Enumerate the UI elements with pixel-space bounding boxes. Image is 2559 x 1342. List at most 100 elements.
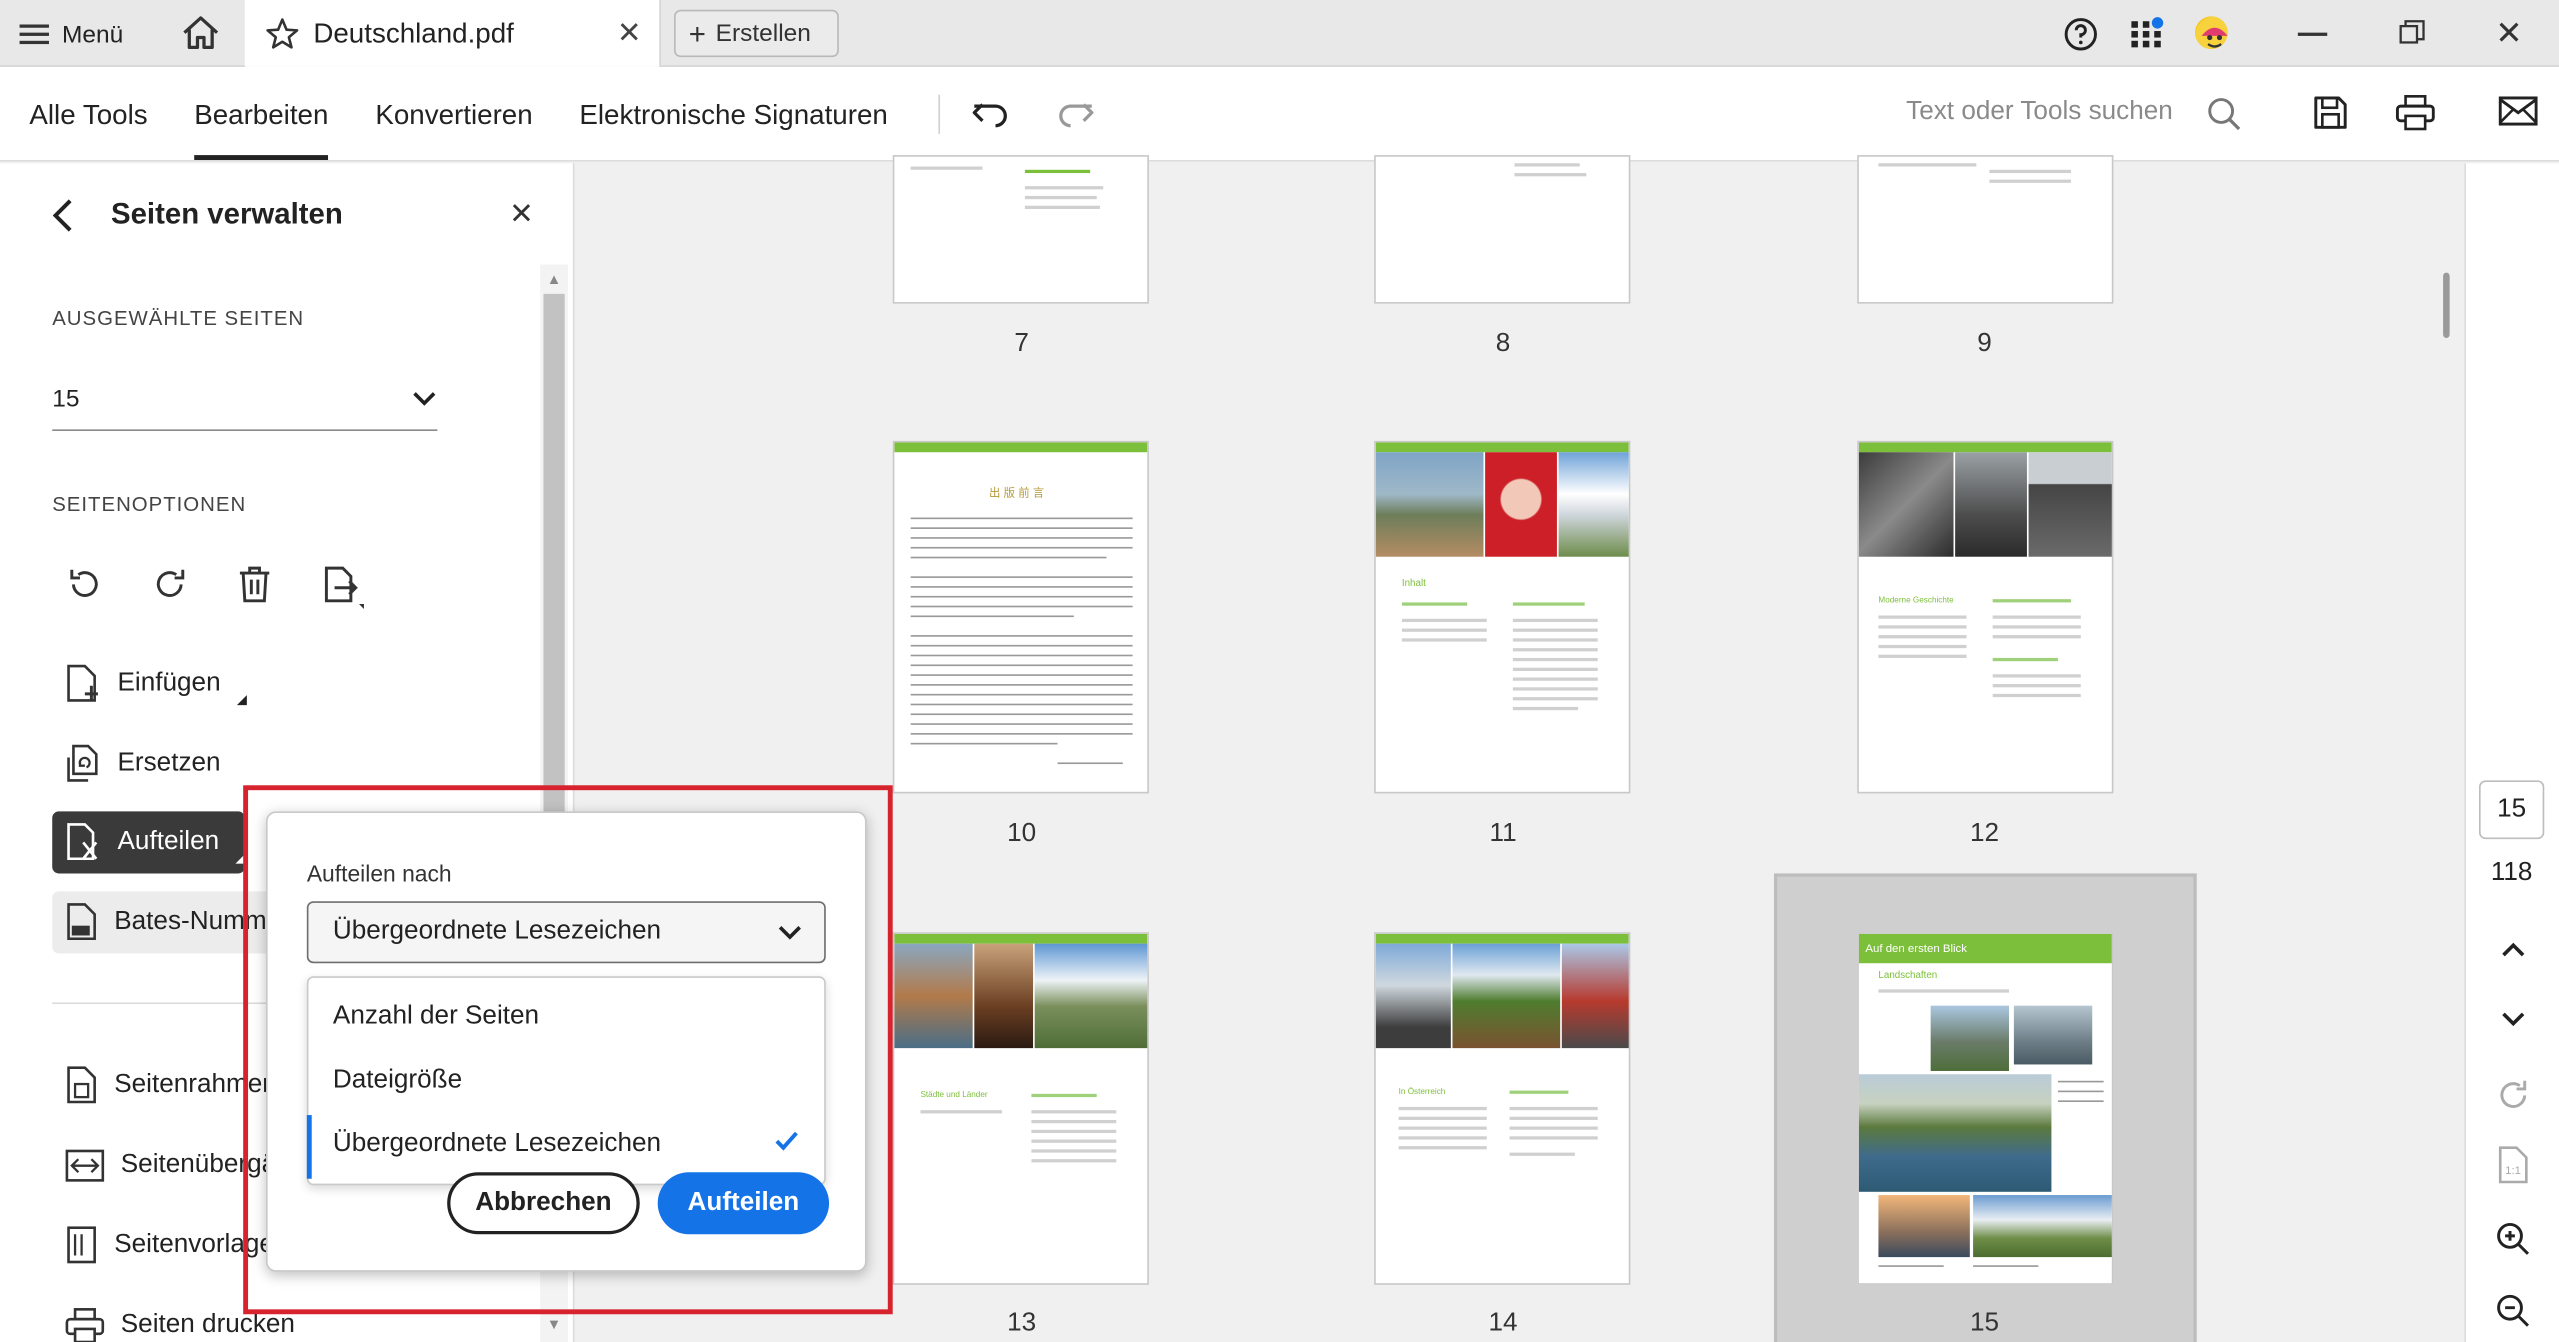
page-thumbnail-10[interactable]: 出 版 前 言: [892, 440, 1149, 794]
scroll-down-arrow-icon[interactable]: ▼: [547, 1316, 562, 1332]
total-pages: 118: [2490, 858, 2533, 887]
page-number-label: 11: [1489, 819, 1517, 848]
option-top-level-bookmarks[interactable]: Übergeordnete Lesezeichen: [333, 1130, 661, 1159]
insert-label: Einfügen: [117, 669, 221, 698]
thumb-heading: 出 版 前 言: [988, 488, 1045, 500]
create-button[interactable]: + Erstellen: [674, 9, 839, 58]
page-number-label: 15: [1969, 1309, 2000, 1338]
panel-scrollbar-thumb[interactable]: [543, 293, 565, 833]
selected-option-indicator: [306, 1115, 312, 1179]
page-number-label: 9: [1977, 329, 1992, 358]
zoom-in-icon[interactable]: [2495, 1221, 2531, 1265]
toolbar-divider: [938, 94, 941, 134]
restore-icon[interactable]: [2399, 20, 2425, 44]
current-page-input[interactable]: 15: [2479, 780, 2545, 840]
selected-pages-dropdown[interactable]: [52, 369, 438, 432]
cancel-button[interactable]: Abbrechen: [447, 1172, 640, 1235]
search-icon[interactable]: [2206, 96, 2242, 140]
selected-pages-value: 15: [52, 385, 80, 414]
split-icon: [67, 823, 98, 861]
menu-label: Menü: [62, 20, 124, 49]
page-number-label: 7: [1014, 329, 1029, 358]
panel-title: Seiten verwalten: [110, 197, 343, 231]
thumb-heading: In Österreich: [1398, 1087, 1446, 1098]
hamburger-icon: [19, 24, 49, 45]
svg-text:1:1: 1:1: [2505, 1165, 2521, 1177]
rotate-view-icon[interactable]: [2495, 1078, 2531, 1122]
tab-alle-tools[interactable]: Alle Tools: [29, 100, 147, 133]
page-thumbnail-14[interactable]: In Österreich: [1374, 932, 1631, 1285]
chevron-down-icon[interactable]: [777, 919, 803, 953]
bates-icon: [67, 903, 96, 941]
option-file-size[interactable]: Dateigröße: [333, 1066, 462, 1095]
print-icon[interactable]: [2395, 95, 2435, 139]
back-arrow-icon[interactable]: [49, 198, 78, 242]
page-frame-icon: [67, 1066, 96, 1104]
menu-button[interactable]: Menü: [19, 13, 124, 55]
page-thumbnail-15[interactable]: Auf den ersten Blick Landschaften: [1857, 932, 2114, 1285]
active-tab-indicator: [194, 155, 329, 160]
redo-icon[interactable]: [1054, 95, 1096, 142]
selected-pages-label: AUSGEWÄHLTE SEITEN: [52, 306, 305, 330]
help-icon[interactable]: [2063, 16, 2099, 60]
undo-icon[interactable]: [969, 95, 1011, 142]
panel-close-icon[interactable]: ✕: [509, 198, 534, 232]
window-close-icon[interactable]: ✕: [2495, 13, 2522, 54]
previous-page-icon[interactable]: [2499, 937, 2528, 971]
page-thumbnail-12[interactable]: Moderne Geschichte: [1857, 440, 2114, 794]
search-input[interactable]: Text oder Tools suchen: [1906, 98, 2249, 134]
submenu-arrow-icon: ◢: [236, 691, 247, 707]
page-options-label: SEITENOPTIONEN: [52, 493, 247, 516]
minimize-icon[interactable]: [2297, 32, 2328, 36]
split-label: Aufteilen: [117, 827, 220, 856]
close-tab-icon[interactable]: ✕: [617, 16, 642, 50]
document-scrollbar[interactable]: [2434, 163, 2462, 1342]
replace-button[interactable]: Ersetzen: [52, 733, 221, 795]
tab-konvertieren[interactable]: Konvertieren: [375, 100, 532, 133]
option-number-of-pages[interactable]: Anzahl der Seiten: [333, 1002, 539, 1031]
star-icon[interactable]: [264, 16, 300, 60]
page-number-label: 14: [1488, 1309, 1518, 1338]
extract-icon[interactable]: [320, 565, 366, 619]
thumb-heading: Auf den ersten Blick: [1865, 943, 1967, 956]
next-page-icon[interactable]: [2499, 1006, 2528, 1040]
replace-label: Ersetzen: [117, 749, 221, 778]
rotate-right-icon[interactable]: [150, 565, 189, 612]
split-confirm-button[interactable]: Aufteilen: [657, 1172, 830, 1235]
thumb-subheading: Landschaften: [1878, 971, 1938, 982]
page-transition-icon: [65, 1149, 105, 1182]
page-number-label: 12: [1969, 819, 2000, 848]
plus-icon: +: [688, 17, 706, 50]
tab-elektronische-signaturen[interactable]: Elektronische Signaturen: [579, 100, 887, 133]
mail-icon[interactable]: [2498, 95, 2538, 136]
actual-size-icon[interactable]: 1:1: [2497, 1146, 2530, 1193]
page-thumbnail-8[interactable]: [1374, 155, 1631, 304]
save-icon[interactable]: [2313, 95, 2349, 139]
page-number-label: 13: [1007, 1309, 1037, 1338]
page-template-button[interactable]: Seitenvorlage: [52, 1215, 274, 1277]
zoom-out-icon[interactable]: [2495, 1293, 2531, 1337]
thumb-heading: Inhalt: [1401, 579, 1426, 590]
split-by-select[interactable]: Übergeordnete Lesezeichen: [306, 901, 826, 964]
split-button[interactable]: Aufteilen ◢: [52, 811, 245, 874]
insert-button[interactable]: Einfügen ◢: [52, 653, 247, 715]
home-icon[interactable]: [180, 13, 226, 55]
print-pages-label: Seiten drucken: [120, 1310, 295, 1339]
tab-bearbeiten[interactable]: Bearbeiten: [194, 100, 328, 133]
page-number-label: 8: [1495, 329, 1511, 358]
tab-title: Deutschland.pdf: [313, 17, 514, 49]
page-template-icon: [67, 1226, 96, 1264]
create-label: Erstellen: [715, 19, 811, 48]
document-scrollbar-thumb[interactable]: [2443, 272, 2450, 338]
page-thumbnail-9[interactable]: [1857, 155, 2114, 304]
print-pages-icon: [65, 1308, 105, 1342]
chevron-down-icon[interactable]: [411, 385, 437, 419]
page-thumbnail-13[interactable]: Städte und Länder: [892, 932, 1149, 1285]
delete-icon[interactable]: [235, 565, 274, 612]
page-thumbnail-7[interactable]: [892, 155, 1149, 304]
rotate-left-icon[interactable]: [65, 565, 104, 612]
apps-icon[interactable]: [2130, 15, 2166, 59]
page-thumbnail-11[interactable]: Inhalt: [1374, 440, 1631, 794]
scroll-up-arrow-icon[interactable]: ▲: [547, 271, 562, 287]
avatar[interactable]: [2191, 13, 2231, 53]
